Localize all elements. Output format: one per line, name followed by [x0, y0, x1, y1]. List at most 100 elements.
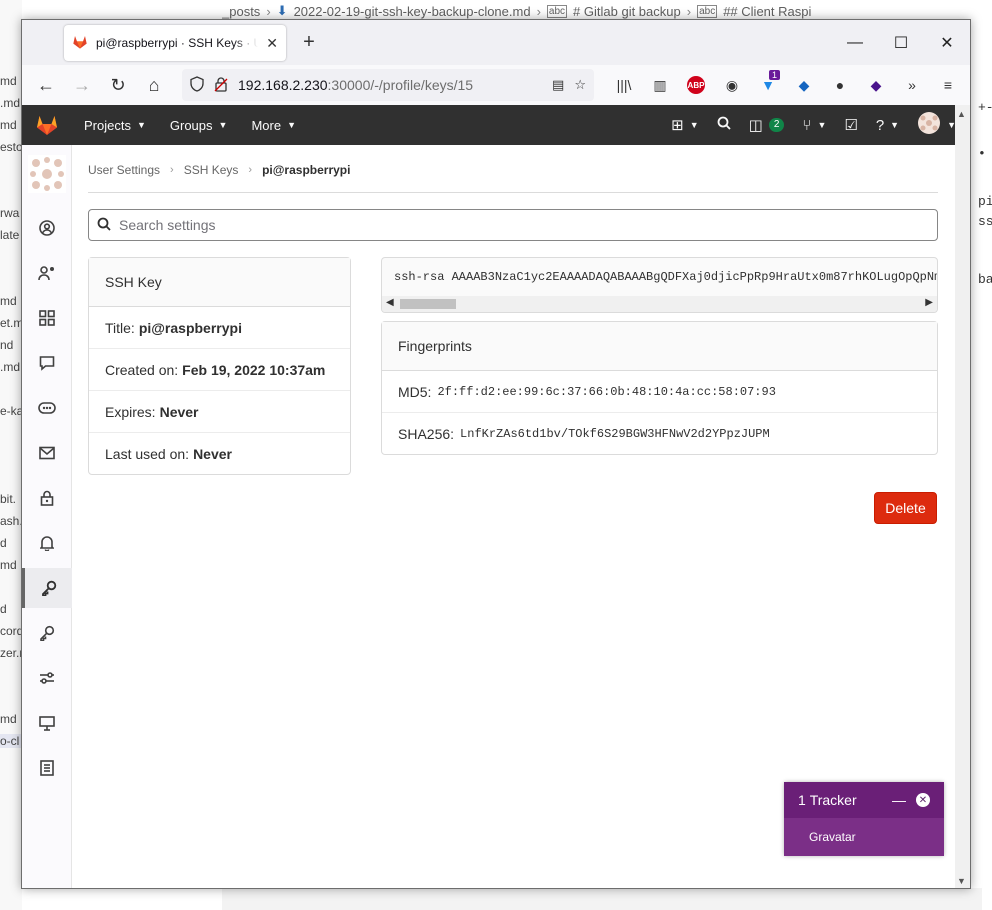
file-item[interactable]: md [0, 712, 17, 726]
file-item[interactable]: e-ka [0, 404, 22, 418]
home-icon[interactable]: ⌂ [136, 67, 172, 103]
editor-breadcrumb-item[interactable]: # Gitlab git backup [573, 4, 681, 19]
editor-text: pi [978, 194, 992, 209]
nav-groups[interactable]: Groups ▼ [158, 105, 240, 145]
search-button[interactable] [717, 116, 731, 134]
email-icon[interactable] [22, 433, 72, 473]
gitlab-logo-icon[interactable] [22, 105, 72, 145]
scrollbar-thumb[interactable] [400, 299, 456, 309]
minimize-icon[interactable]: — [832, 20, 878, 65]
scroll-left-icon[interactable]: ◀ [386, 297, 394, 308]
hamburger-menu-icon[interactable]: ≡ [934, 71, 962, 99]
lock-icon[interactable] [214, 76, 228, 95]
chevron-right-icon: › [170, 164, 174, 176]
breadcrumb-user-settings[interactable]: User Settings [88, 163, 160, 177]
editor-breadcrumb-item[interactable]: 2022-02-19-git-ssh-key-backup-clone.md [294, 4, 531, 19]
gpg-keys-key-icon[interactable] [22, 613, 72, 653]
md5-value[interactable]: 2f:ff:d2:ee:99:6c:37:66:0b:48:10:4a:cc:5… [437, 385, 775, 399]
file-item[interactable]: .md [0, 360, 20, 374]
sha256-value[interactable]: LnfKrZAs6td1bv/TOkf6S29BGW3HFNwV2d2YPpzJ… [460, 427, 770, 441]
search-settings-field[interactable] [88, 209, 938, 241]
public-key-box[interactable]: ssh-rsa AAAAB3NzaC1yc2EAAAADAQABAAABgQDF… [381, 257, 938, 313]
delete-button[interactable]: Delete [874, 492, 937, 524]
ssh-keys-key-icon[interactable] [22, 568, 72, 608]
public-key-text[interactable]: ssh-rsa AAAAB3NzaC1yc2EAAAADAQABAAABgQDF… [394, 270, 937, 284]
sidebar-icon[interactable]: ▥ [646, 71, 674, 99]
library-icon[interactable]: |||\ [610, 71, 638, 99]
editor-breadcrumb-item[interactable]: _posts [222, 4, 260, 19]
user-menu-button[interactable]: ▼ [917, 111, 956, 139]
purple-extension-icon[interactable]: ◆ [862, 71, 890, 99]
maximize-icon[interactable]: ☐ [878, 20, 924, 65]
file-item[interactable]: nd [0, 338, 13, 352]
url-bar[interactable]: 192.168.2.230:30000/-/profile/keys/15 ▤ … [182, 69, 594, 101]
scroll-right-icon[interactable]: ▶ [925, 297, 933, 308]
horizontal-scrollbar[interactable]: ◀ ▶ [382, 296, 937, 312]
download-extension-icon[interactable]: ◆ [790, 71, 818, 99]
file-item-active[interactable]: o-cl [0, 734, 22, 748]
minimize-tracker-icon[interactable]: — [892, 792, 906, 808]
file-item[interactable]: d [0, 536, 7, 550]
ghostery-icon[interactable]: ● [826, 71, 854, 99]
chat-icon[interactable] [22, 343, 72, 383]
file-item[interactable]: late [0, 228, 19, 242]
file-item[interactable]: .md [0, 96, 20, 110]
file-item[interactable]: et.m [0, 316, 22, 330]
scroll-up-icon[interactable]: ▲ [957, 109, 966, 119]
new-tab-icon[interactable]: + [298, 32, 320, 54]
file-item[interactable]: md [0, 558, 17, 572]
tracker-count: 1 [798, 792, 806, 808]
issues-button[interactable]: ◫ 2 [749, 116, 785, 134]
reader-view-icon[interactable]: ▤ [552, 77, 564, 93]
profile-icon[interactable] [22, 208, 72, 248]
extension-badge-icon[interactable]: ▼ 1 [754, 70, 782, 99]
preferences-icon[interactable] [22, 658, 72, 698]
file-item[interactable]: ash.r [0, 514, 22, 528]
back-icon[interactable]: ← [28, 67, 64, 103]
tracker-item-gravatar[interactable]: Gravatar [784, 818, 944, 856]
active-sessions-monitor-icon[interactable] [22, 703, 72, 743]
file-item[interactable]: d [0, 602, 7, 616]
close-tracker-icon[interactable]: ✕ [916, 793, 930, 807]
shield-icon[interactable] [190, 75, 204, 95]
adblock-icon[interactable]: ABP [682, 71, 710, 99]
editor-breadcrumb-item[interactable]: ## Client Raspi [723, 4, 811, 19]
new-item-button[interactable]: ⊞ ▼ [671, 116, 699, 134]
forward-icon[interactable]: → [64, 67, 100, 103]
breadcrumb-ssh-keys[interactable]: SSH Keys [184, 163, 239, 177]
file-item[interactable]: md [0, 74, 17, 88]
nav-projects[interactable]: Projects ▼ [72, 105, 158, 145]
help-button[interactable]: ? ▼ [876, 117, 899, 134]
file-item[interactable]: cord [0, 624, 22, 638]
todos-button[interactable]: ☑ [844, 116, 857, 134]
todo-check-icon: ☑ [844, 117, 858, 134]
file-item[interactable]: rwa [0, 206, 19, 220]
nav-more[interactable]: More ▼ [239, 105, 308, 145]
vertical-scrollbar[interactable]: ▲ ▼ [955, 105, 970, 888]
overflow-chevron-icon[interactable]: » [898, 71, 926, 99]
reload-icon[interactable]: ↻ [100, 67, 136, 103]
file-item[interactable]: zer.m [0, 646, 22, 660]
close-tab-icon[interactable]: ✕ [266, 35, 278, 52]
file-item[interactable]: esto [0, 140, 22, 154]
lock-icon[interactable] [22, 478, 72, 518]
user-avatar[interactable] [28, 155, 66, 193]
usage-quotas-icon[interactable] [22, 748, 72, 788]
access-tokens-icon[interactable] [22, 388, 72, 428]
collapse-sidebar-icon[interactable]: » [22, 875, 72, 889]
close-window-icon[interactable]: ✕ [924, 20, 970, 65]
url-text[interactable]: 192.168.2.230:30000/-/profile/keys/15 [238, 77, 542, 93]
account-settings-icon[interactable] [22, 253, 72, 293]
privacy-badger-icon[interactable]: ◉ [718, 71, 746, 99]
breadcrumb-current[interactable]: pi@raspberrypi [262, 163, 350, 177]
scroll-down-icon[interactable]: ▼ [957, 876, 966, 886]
tab-ssh-keys[interactable]: pi@raspberrypi · SSH Keys · User Setting… [64, 25, 286, 61]
file-item[interactable]: md [0, 118, 17, 132]
file-item[interactable]: bit. [0, 492, 16, 506]
file-item[interactable]: md [0, 294, 17, 308]
applications-icon[interactable] [22, 298, 72, 338]
search-settings-input[interactable] [119, 217, 929, 233]
merge-requests-button[interactable]: ⑂ ▼ [802, 117, 826, 134]
notifications-bell-icon[interactable] [22, 523, 72, 563]
bookmark-star-icon[interactable]: ☆ [574, 77, 586, 93]
